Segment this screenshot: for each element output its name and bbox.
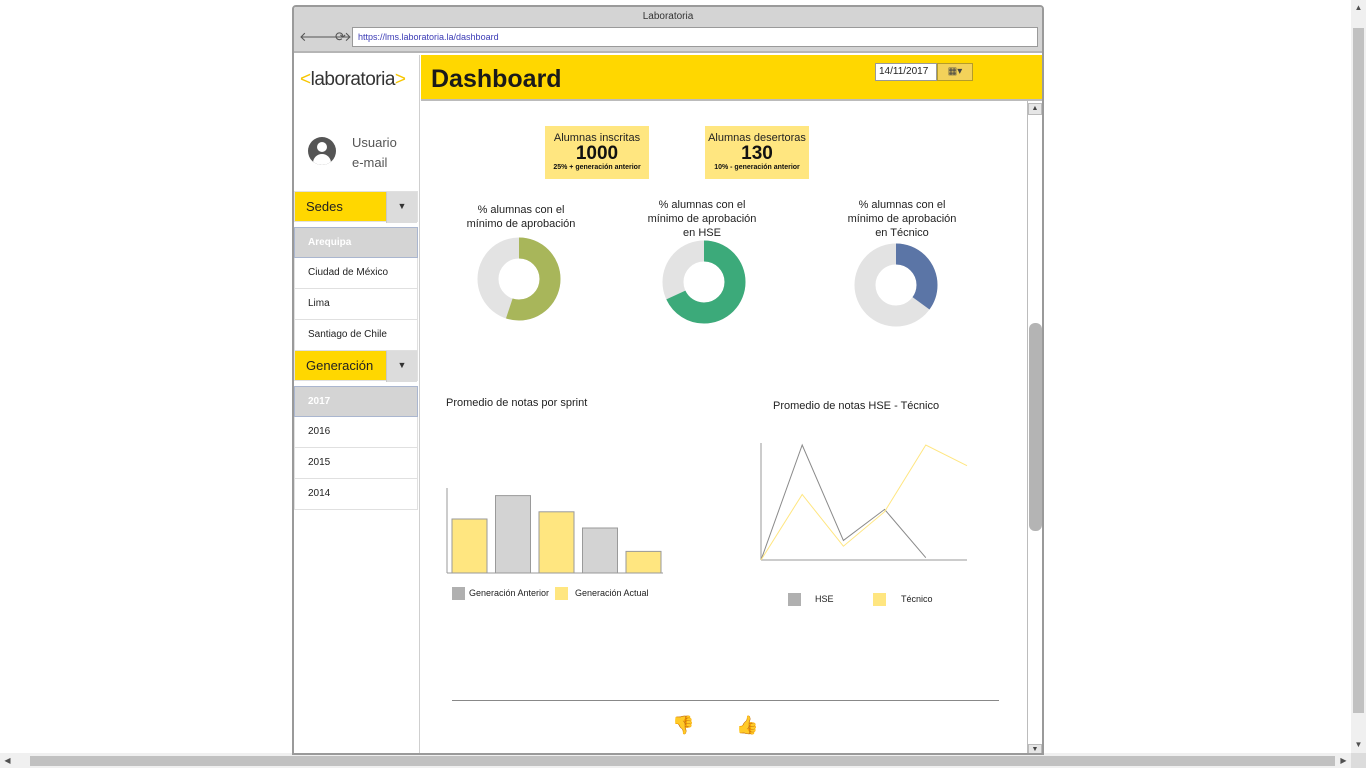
browser-window: Laboratoria 🡐 🡒 ⟳ https://lms.laboratori… [292, 5, 1044, 755]
content-scroll-thumb[interactable] [1029, 323, 1042, 531]
page-vertical-scroll-thumb[interactable] [1353, 28, 1364, 713]
reload-icon[interactable]: ⟳ [335, 29, 346, 45]
generacion-label: Generación [306, 358, 374, 373]
legend-label-hse: HSE [815, 594, 834, 604]
generacion-dropdown[interactable]: Generación ▼ [294, 350, 418, 382]
calendar-icon: ▦▾ [947, 66, 963, 77]
page-horizontal-scroll-thumb[interactable] [30, 756, 1335, 766]
stat-value: 1000 [575, 143, 619, 164]
donut-title-hse: % alumnas con el mínimo de aprobación en… [647, 199, 757, 239]
page-horizontal-scrollbar[interactable]: ◀ ▶ [0, 753, 1351, 768]
bar-3 [538, 511, 575, 574]
chevron-down-icon[interactable]: ▼ [386, 192, 417, 223]
line-chart-title: Promedio de notas HSE - Técnico [773, 400, 940, 412]
bar-chart-title: Promedio de notas por sprint [446, 397, 588, 409]
scroll-right-arrow[interactable]: ▶ [1336, 753, 1351, 768]
thumbs-down-icon[interactable]: 👎 [672, 715, 694, 736]
line-series-t-cnico [760, 444, 968, 561]
content-scroll-down-arrow[interactable]: ▼ [1028, 744, 1042, 753]
bar-2 [495, 495, 531, 574]
sedes-dropdown[interactable]: Sedes ▼ [294, 191, 418, 223]
scroll-left-arrow[interactable]: ◀ [0, 753, 15, 768]
bar-5 [625, 550, 662, 574]
donut-chart-aprobacion [477, 237, 561, 321]
scroll-corner [1351, 753, 1366, 768]
donut-chart-hse [662, 240, 746, 324]
laboratoria-logo[interactable]: <laboratoria> [300, 69, 406, 91]
feedback-divider [452, 700, 999, 701]
chevron-down-icon[interactable]: ▼ [386, 351, 417, 382]
scroll-down-arrow[interactable]: ▼ [1351, 737, 1366, 752]
legend-swatch-hse [788, 593, 801, 606]
sede-item-lima[interactable]: Lima [294, 289, 418, 320]
user-profile: Usuario e-mail [306, 135, 418, 179]
window-title: Laboratoria [642, 11, 694, 22]
legend-swatch-anterior [452, 587, 465, 600]
content-scroll-up-arrow[interactable]: ▲ [1028, 103, 1042, 115]
stat-subtext: 25% + generación anterior [553, 164, 641, 171]
content-scrollbar[interactable]: ▲ ▼ [1027, 101, 1042, 753]
bar-1 [451, 518, 488, 574]
bar-chart [446, 488, 663, 574]
line-series-hse [760, 443, 927, 561]
bar-4 [582, 527, 618, 574]
donut-title-aprobacion: % alumnas con el mínimo de aprobación [466, 204, 576, 230]
sede-item-ciudad-de-mexico[interactable]: Ciudad de México [294, 258, 418, 289]
sede-item-arequipa[interactable]: Arequipa [294, 227, 418, 258]
user-name: Usuario [352, 135, 397, 150]
legend-swatch-tecnico [873, 593, 886, 606]
legend-label-tecnico: Técnico [901, 594, 933, 604]
generacion-item-2015[interactable]: 2015 [294, 448, 418, 479]
scroll-up-arrow[interactable]: ▲ [1351, 0, 1366, 15]
browser-chrome: Laboratoria 🡐 🡒 ⟳ https://lms.laboratori… [294, 7, 1042, 53]
generacion-item-2014[interactable]: 2014 [294, 479, 418, 510]
user-email: e-mail [352, 155, 388, 170]
generacion-item-2017[interactable]: 2017 [294, 386, 418, 417]
user-avatar-icon [308, 137, 336, 165]
page-title: Dashboard [431, 65, 562, 93]
donut-title-tecnico: % alumnas con el mínimo de aprobación en… [847, 199, 957, 239]
legend-swatch-actual [555, 587, 568, 600]
sidebar: <laboratoria> Usuario e-mail Sedes ▼ Are… [294, 55, 420, 753]
sede-item-santiago-de-chile[interactable]: Santiago de Chile [294, 320, 418, 351]
thumbs-up-icon[interactable]: 👍 [736, 715, 758, 736]
legend-label-actual: Generación Actual [575, 588, 649, 598]
legend-label-anterior: Generación Anterior [469, 588, 550, 598]
dashboard-content: Alumnas inscritas 1000 25% + generación … [421, 103, 1027, 753]
stat-value: 130 [741, 143, 773, 164]
generacion-item-2016[interactable]: 2016 [294, 417, 418, 448]
donut-chart-tecnico [854, 243, 938, 327]
sedes-label: Sedes [306, 199, 343, 214]
line-chart [760, 443, 968, 561]
address-bar[interactable]: https://lms.laboratoria.la/dashboard [352, 27, 1038, 47]
stat-subtext: 10% - generación anterior [714, 164, 800, 171]
date-input[interactable]: 14/11/2017 [875, 63, 937, 81]
calendar-button[interactable]: ▦▾ [937, 63, 973, 81]
page-vertical-scrollbar[interactable]: ▲ ▼ [1351, 0, 1366, 768]
stat-card-desertoras: Alumnas desertoras 130 10% - generación … [705, 126, 809, 179]
dashboard-header: Dashboard 14/11/2017 ▦▾ [421, 55, 1042, 101]
stat-card-inscritas: Alumnas inscritas 1000 25% + generación … [545, 126, 649, 179]
